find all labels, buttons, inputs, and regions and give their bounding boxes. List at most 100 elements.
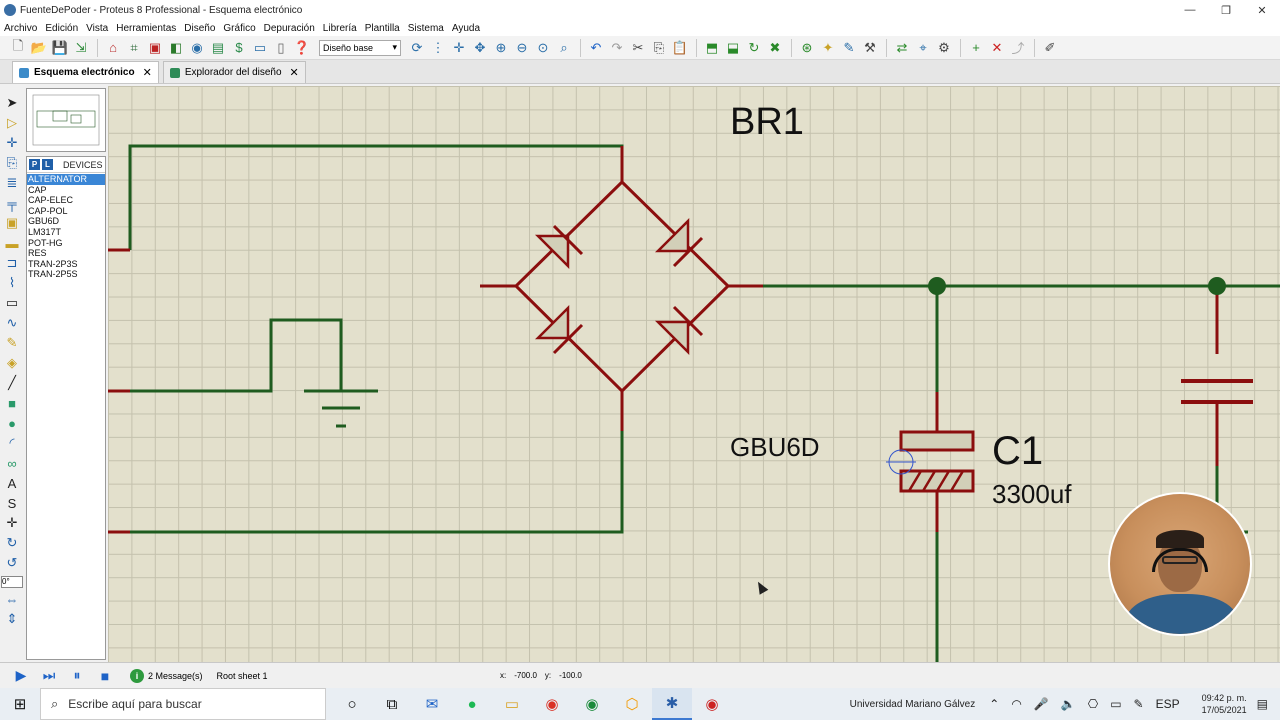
device-item[interactable]: ALTERNATOR [27, 174, 105, 185]
battery-icon[interactable]: ▭ [1110, 697, 1121, 711]
chevron-up-icon[interactable]: ⌃ [989, 697, 999, 711]
device-item[interactable]: POT-HG [27, 238, 105, 249]
path-mode-icon[interactable]: ∞ [3, 454, 21, 472]
menu-depuracion[interactable]: Depuración [264, 23, 315, 34]
microphone-icon[interactable]: 🎤 [1034, 697, 1049, 711]
mail-icon[interactable]: ✉ [412, 688, 452, 720]
layer-select[interactable]: Diseño base [319, 39, 401, 56]
volume-icon[interactable]: 🔈 [1061, 697, 1076, 711]
remove-sheet-icon[interactable]: ✕ [987, 38, 1007, 58]
notifications-icon[interactable]: ▤ [1257, 697, 1268, 711]
wire-ground-pulse[interactable] [130, 318, 378, 393]
zoom-in-icon[interactable]: ⊕ [491, 38, 511, 58]
bom-icon[interactable]: ▤ [208, 38, 228, 58]
search-tag-icon[interactable]: ⌖ [913, 38, 933, 58]
rotate-cw-icon[interactable]: ↻ [3, 534, 21, 552]
file-explorer-icon[interactable]: ▭ [492, 688, 532, 720]
play-icon[interactable]: ▶ [10, 666, 32, 686]
cortana-icon[interactable]: ○ [332, 688, 372, 720]
code-icon[interactable]: ▭ [250, 38, 270, 58]
menu-grafico[interactable]: Gráfico [223, 23, 255, 34]
notes-icon[interactable]: ▯ [271, 38, 291, 58]
generator-mode-icon[interactable]: ∿ [3, 314, 21, 332]
recorder-icon[interactable]: ◉ [692, 688, 732, 720]
circle-mode-icon[interactable]: ● [3, 414, 21, 432]
taskbar-search[interactable]: ⌕ Escribe aquí para buscar [40, 688, 326, 720]
device-item[interactable]: RES [27, 248, 105, 259]
menu-libreria[interactable]: Librería [323, 23, 357, 34]
junction-mode-icon[interactable]: ✛ [3, 134, 21, 152]
wire-autorouter-icon[interactable]: ⇄ [892, 38, 912, 58]
tab-explorador-del-diseno[interactable]: Explorador del diseño ✕ [162, 61, 306, 83]
import-icon[interactable]: ⇲ [71, 38, 91, 58]
device-item[interactable]: LM317T [27, 227, 105, 238]
bridge-rectifier-br1[interactable] [513, 179, 731, 394]
cut-icon[interactable]: ✂ [628, 38, 648, 58]
wire-bottom[interactable] [130, 431, 624, 534]
undo-icon[interactable]: ↶ [586, 38, 606, 58]
pinned-toolbar-label[interactable]: Universidad Mariano Gálvez [850, 699, 976, 710]
menu-sistema[interactable]: Sistema [408, 23, 444, 34]
junction-dot[interactable] [928, 277, 946, 295]
box-mode-icon[interactable]: ■ [3, 394, 21, 412]
block-move-icon[interactable]: ⬓ [723, 38, 743, 58]
origin-icon[interactable]: ✛ [449, 38, 469, 58]
close-tab-icon[interactable]: ✕ [290, 66, 299, 79]
pick-devices-button[interactable]: P [29, 159, 40, 170]
mirror-vertical-icon[interactable]: ⇕ [3, 610, 21, 628]
terminals-mode-icon[interactable]: ▬ [3, 234, 21, 252]
chrome-profile-icon[interactable]: ◉ [572, 688, 612, 720]
bus-mode-icon[interactable]: ╤ [3, 194, 21, 212]
virtual-instruments-mode-icon[interactable]: ◈ [3, 354, 21, 372]
maximize-button[interactable]: ❐ [1208, 0, 1244, 20]
close-tab-icon[interactable]: ✕ [143, 66, 152, 79]
wire-top-loop[interactable] [128, 144, 624, 250]
help-icon[interactable]: ❓ [292, 38, 312, 58]
tape-recorder-mode-icon[interactable]: ▭ [3, 294, 21, 312]
selection-mode-icon[interactable]: ➤ [3, 94, 21, 112]
proteus-taskbar-icon[interactable]: ✱ [652, 688, 692, 720]
save-icon[interactable]: 💾 [50, 38, 70, 58]
new-sheet-icon[interactable]: + [966, 38, 986, 58]
redo-icon[interactable]: ↷ [607, 38, 627, 58]
open-folder-icon[interactable]: 📂 [29, 38, 49, 58]
menu-archivo[interactable]: Archivo [4, 23, 37, 34]
rotate-ccw-icon[interactable]: ↺ [3, 554, 21, 572]
app-hexagon-icon[interactable]: ⬡ [612, 688, 652, 720]
graph-mode-icon[interactable]: ⌇ [3, 274, 21, 292]
refresh-icon[interactable]: ⟳ [407, 38, 427, 58]
rotation-angle-input[interactable]: 0° [1, 576, 23, 588]
package-tool-icon[interactable]: ✎ [839, 38, 859, 58]
library-manager-button[interactable]: L [42, 159, 53, 170]
zoom-area-icon[interactable]: ⌕ [554, 38, 574, 58]
netlist-icon[interactable]: ✐ [1040, 38, 1060, 58]
subcircuit-mode-icon[interactable]: ▣ [3, 214, 21, 232]
pause-icon[interactable]: ⏸ [66, 666, 88, 686]
device-item[interactable]: TRAN-2P3S [27, 259, 105, 270]
menu-diseno[interactable]: Diseño [184, 23, 215, 34]
language-indicator[interactable]: ESP [1156, 697, 1180, 711]
pen-icon[interactable]: ✎ [1134, 697, 1144, 711]
device-item[interactable]: CAP-ELEC [27, 195, 105, 206]
symbol-mode-icon[interactable]: S [3, 494, 21, 512]
capacitor-right[interactable] [1181, 379, 1253, 404]
marker-mode-icon[interactable]: ✛ [3, 514, 21, 532]
overview-window[interactable] [26, 88, 106, 152]
network-icon[interactable]: ⎔ [1088, 697, 1098, 711]
property-assign-icon[interactable]: ⚙ [934, 38, 954, 58]
menu-ayuda[interactable]: Ayuda [452, 23, 480, 34]
3d-viewer-icon[interactable]: ◉ [187, 38, 207, 58]
schematic-canvas[interactable]: BR1 GBU6D C1 3300uf [108, 86, 1280, 662]
block-delete-icon[interactable]: ✖ [765, 38, 785, 58]
block-rotate-icon[interactable]: ↻ [744, 38, 764, 58]
step-icon[interactable]: ⏭ [38, 666, 60, 686]
grid-toggle-icon[interactable]: ⋮ [428, 38, 448, 58]
close-button[interactable]: ✕ [1244, 0, 1280, 20]
mirror-horizontal-icon[interactable]: ⇔ [3, 590, 21, 608]
device-item[interactable]: CAP [27, 185, 105, 196]
device-item[interactable]: CAP-POL [27, 206, 105, 217]
spotify-icon[interactable]: ● [452, 688, 492, 720]
chrome-icon[interactable]: ◉ [532, 688, 572, 720]
copy-icon[interactable]: ⎘ [649, 38, 669, 58]
schematic-icon[interactable]: ⌗ [124, 38, 144, 58]
